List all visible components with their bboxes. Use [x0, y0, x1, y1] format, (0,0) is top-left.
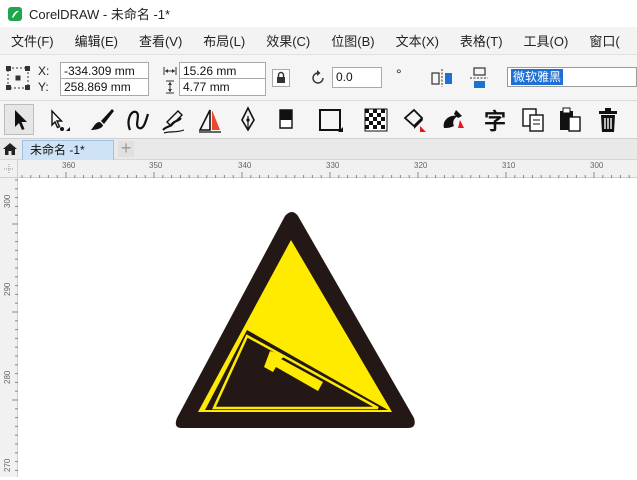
ruler-h-label: 320 — [414, 161, 428, 170]
title-bar: CorelDRAW - 未命名 -1* — [0, 0, 637, 27]
window-title: CorelDRAW - 未命名 -1* — [29, 7, 171, 22]
menu-view[interactable]: 查看(V) — [128, 31, 192, 50]
ruler-v-label: 300 — [3, 194, 12, 208]
menu-tools[interactable]: 工具(O) — [513, 31, 579, 50]
paste-icon[interactable] — [556, 106, 584, 134]
menu-table[interactable]: 表格(T) — [449, 31, 513, 50]
width-icon — [163, 67, 177, 75]
ruler-v-label: 280 — [3, 370, 12, 384]
pick-tool-button[interactable] — [4, 104, 34, 135]
mirror-horizontal-icon[interactable] — [430, 67, 454, 89]
brush-tool-icon[interactable] — [88, 106, 116, 134]
font-name-field[interactable]: 微软雅黑 — [507, 67, 637, 87]
rectangle-tool-icon[interactable] — [316, 106, 344, 134]
lock-ratio-icon[interactable] — [272, 69, 290, 87]
interactive-fill-icon[interactable] — [400, 106, 428, 134]
canvas-artwork — [175, 212, 415, 428]
menu-bar: 文件(F) 编辑(E) 查看(V) 布局(L) 效果(C) 位图(B) 文本(X… — [0, 27, 637, 55]
pick-arrow-icon — [15, 110, 27, 130]
ruler-v-label: 270 — [3, 458, 12, 472]
ruler-h-label: 350 — [149, 161, 163, 170]
mirror-vertical-icon[interactable] — [468, 66, 490, 90]
drawing-canvas[interactable] — [18, 178, 637, 477]
degree-symbol: ° — [396, 66, 402, 82]
shape-tool-icon[interactable] — [44, 107, 72, 135]
add-tab-button[interactable]: + — [118, 139, 134, 157]
menu-edit[interactable]: 编辑(E) — [64, 31, 128, 50]
menu-layout[interactable]: 布局(L) — [192, 31, 255, 50]
menu-text[interactable]: 文本(X) — [385, 31, 449, 50]
ruler-h-label: 310 — [502, 161, 516, 170]
ruler-v-label: 290 — [3, 282, 12, 296]
delete-icon[interactable] — [594, 106, 622, 134]
coreldraw-logo-icon — [8, 6, 22, 21]
svg-text:字: 字 — [484, 109, 506, 134]
y-label: Y: — [38, 80, 49, 94]
ruler-h-label: 330 — [326, 161, 340, 170]
rotation-angle-field[interactable]: 0.0 — [332, 67, 382, 88]
y-position-field[interactable]: 258.869 mm — [60, 78, 149, 96]
home-icon[interactable] — [2, 141, 18, 157]
ruler-origin-icon — [4, 164, 14, 174]
pen-tool-icon[interactable] — [234, 106, 262, 134]
copy-properties-icon[interactable] — [520, 106, 548, 134]
ruler-origin[interactable] — [0, 160, 18, 178]
object-position-icon[interactable] — [5, 65, 31, 91]
x-label: X: — [38, 64, 50, 78]
font-name-selected: 微软雅黑 — [511, 69, 564, 85]
ruler-h-label: 340 — [238, 161, 252, 170]
menu-window[interactable]: 窗口( — [578, 31, 629, 50]
smart-fill-icon[interactable] — [438, 106, 466, 134]
ruler-h-label: 360 — [62, 161, 76, 170]
height-field[interactable]: 4.77 mm — [179, 78, 266, 96]
tab-document[interactable]: 未命名 -1* — [22, 140, 114, 160]
menu-effects[interactable]: 效果(C) — [255, 31, 320, 50]
horizontal-ruler[interactable]: 360 350 340 330 320 310 300 — [18, 160, 637, 178]
vertical-ruler[interactable]: 300 290 280 270 — [0, 178, 18, 477]
vertical-ruler-ticks — [12, 179, 18, 471]
freehand-tool-icon[interactable] — [124, 106, 152, 134]
text-tool-icon[interactable]: 字 — [482, 106, 510, 134]
rotate-icon — [312, 70, 324, 84]
ruler-h-label: 300 — [590, 161, 604, 170]
dimension-tool-icon[interactable] — [196, 106, 224, 134]
toolbox: 字 — [0, 101, 637, 139]
menu-bitmaps[interactable]: 位图(B) — [320, 31, 384, 50]
eraser-tool-icon[interactable] — [272, 106, 300, 134]
artistic-media-icon[interactable] — [160, 106, 188, 134]
height-icon — [166, 80, 174, 94]
slope-warning-sign[interactable] — [175, 212, 415, 428]
transparency-tool-icon[interactable] — [362, 106, 390, 134]
document-tab-bar: 未命名 -1* + — [0, 139, 637, 160]
menu-file[interactable]: 文件(F) — [0, 31, 64, 50]
